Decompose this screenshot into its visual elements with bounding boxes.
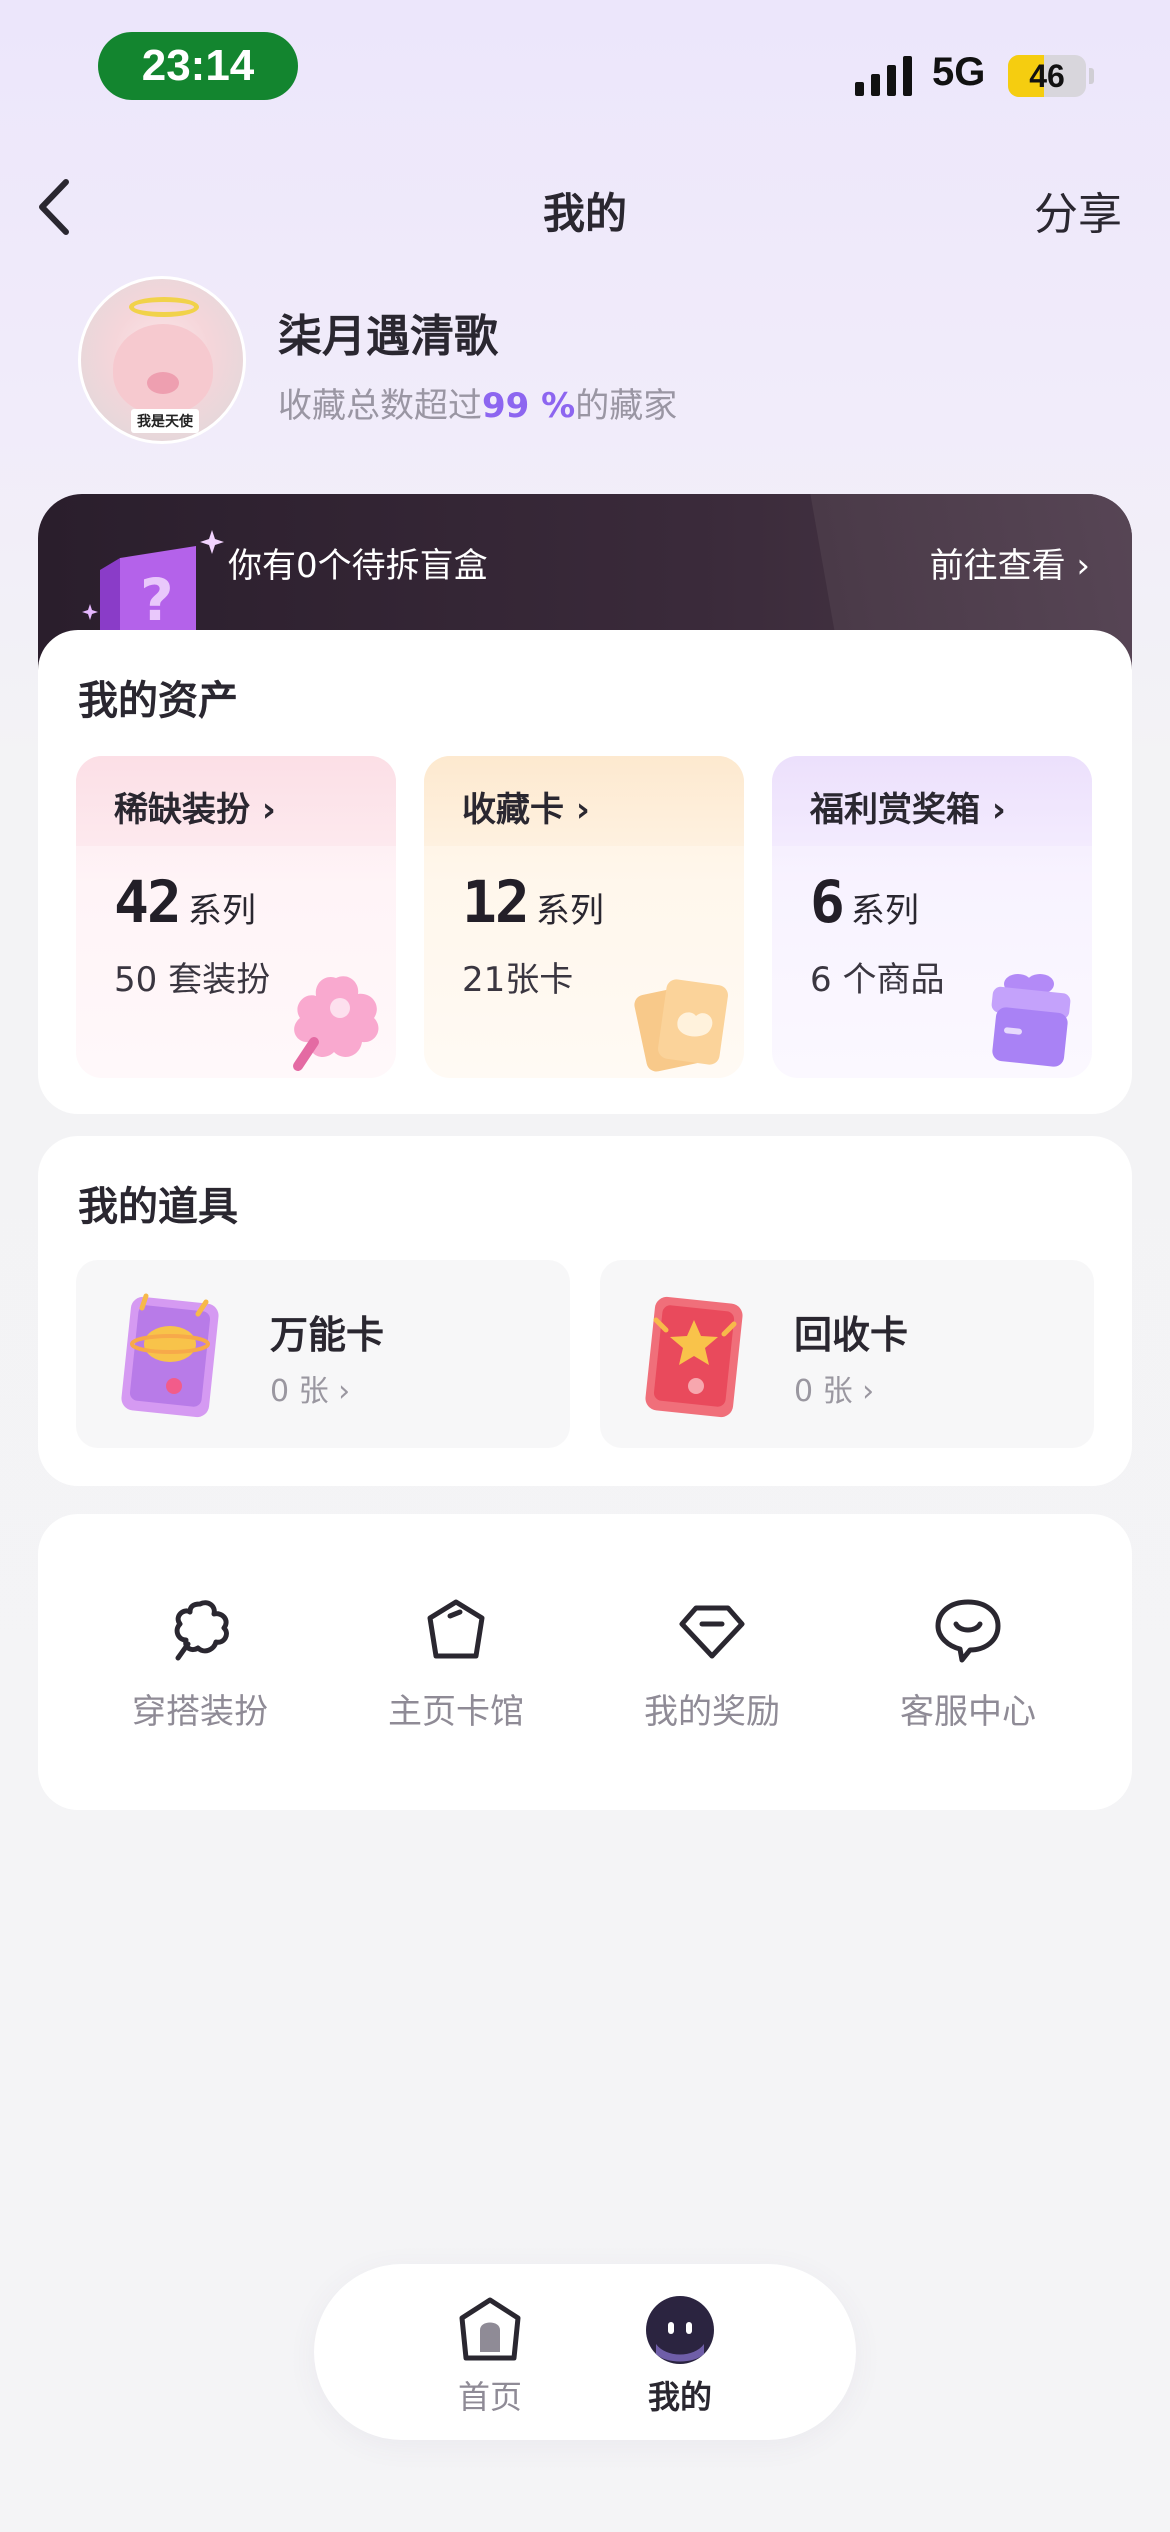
tab-label: 我的 xyxy=(647,2378,712,2416)
assets-title: 我的资产 xyxy=(78,678,238,724)
asset-tile-unit: 系列 xyxy=(187,891,256,931)
home-icon xyxy=(459,2297,521,2361)
asset-tile-unit: 系列 xyxy=(535,891,604,931)
network-type: 5G xyxy=(932,50,986,94)
status-time: 23:14 xyxy=(98,32,298,100)
view-blind-box-link[interactable]: 前往查看 › xyxy=(930,538,1090,587)
prop-recycle-card[interactable]: 回收卡 0 张 › xyxy=(600,1260,1094,1448)
asset-tile-count: 12 系列 xyxy=(462,868,604,936)
menu-outfit[interactable]: 穿搭装扮 xyxy=(100,1594,300,1733)
bottom-tab-bar: 首页 我的 xyxy=(314,2264,856,2440)
universal-card-icon xyxy=(121,1293,219,1418)
asset-tile-count: 6 系列 xyxy=(810,868,919,936)
page-title: 我的 xyxy=(542,189,627,238)
gift-box-icon xyxy=(991,974,1071,1067)
status-bar: 23:14 5G 46 xyxy=(0,0,1170,130)
halo-icon xyxy=(129,297,199,317)
asset-tile-count: 42 系列 xyxy=(114,868,256,936)
prop-name: 万能卡 xyxy=(270,1313,385,1357)
asset-tile-unit: 系列 xyxy=(850,891,919,931)
asset-tile-sub: 50 套装扮 xyxy=(114,960,271,1000)
menu-card-hall[interactable]: 主页卡馆 xyxy=(356,1594,556,1733)
signal-icon xyxy=(855,56,912,96)
profile-name: 柒月遇清歌 xyxy=(278,311,498,362)
tab-mine[interactable]: 我的 xyxy=(620,2294,740,2418)
collector-rank: 收藏总数超过99 %的藏家 xyxy=(278,378,677,427)
asset-tile-number: 6 xyxy=(810,868,845,936)
prop-count: 0 张 › xyxy=(794,1374,875,1409)
asset-tile-label: 收藏卡 › xyxy=(424,756,744,846)
collector-rank-suffix: 的藏家 xyxy=(575,386,678,426)
outfit-icon xyxy=(174,1600,229,1661)
prop-count: 0 张 › xyxy=(270,1374,351,1409)
prop-name: 回收卡 xyxy=(794,1313,909,1357)
collection-card-icon xyxy=(634,979,728,1072)
asset-tile-collection-card[interactable]: 收藏卡 › 12 系列 21张卡 xyxy=(424,756,744,1078)
profile-face-icon xyxy=(646,2296,714,2364)
menu-rewards[interactable]: 我的奖励 xyxy=(612,1594,812,1733)
avatar-caption: 我是天使 xyxy=(131,409,199,433)
menu-label: 主页卡馆 xyxy=(388,1692,524,1732)
battery-percent: 46 xyxy=(1029,57,1065,94)
props-title: 我的道具 xyxy=(78,1184,238,1230)
share-button[interactable]: 分享 xyxy=(1034,178,1122,242)
tab-home[interactable]: 首页 xyxy=(430,2294,550,2418)
asset-tile-sub: 21张卡 xyxy=(462,960,574,1000)
props-card: 我的道具 万能卡 0 张 › 回收卡 0 张 › xyxy=(38,1136,1132,1486)
asset-tile-number: 42 xyxy=(114,868,182,936)
reward-gem-icon xyxy=(679,1605,745,1659)
asset-tile-label: 稀缺装扮 › xyxy=(76,756,396,846)
card-hall-icon xyxy=(427,1599,485,1659)
collector-rank-prefix: 收藏总数超过 xyxy=(278,386,482,426)
asset-tile-number: 12 xyxy=(462,868,530,936)
asset-tile-reward-box[interactable]: 福利赏奖箱 › 6 系列 6 个商品 xyxy=(772,756,1092,1078)
recycle-card-icon xyxy=(645,1296,743,1418)
customer-service-icon xyxy=(935,1599,1001,1663)
battery-icon: 46 xyxy=(1008,55,1086,97)
costume-icon xyxy=(293,976,379,1071)
asset-tile-sub: 6 个商品 xyxy=(810,960,945,1000)
menu-label: 客服中心 xyxy=(900,1692,1036,1732)
tab-label: 首页 xyxy=(457,2378,522,2416)
prop-universal-card[interactable]: 万能卡 0 张 › xyxy=(76,1260,570,1448)
menu-label: 穿搭装扮 xyxy=(132,1692,268,1732)
pig-illustration xyxy=(113,324,213,414)
asset-tile-label: 福利赏奖箱 › xyxy=(772,756,1092,846)
collector-rank-percent: 99 % xyxy=(482,386,576,426)
avatar[interactable]: 我是天使 xyxy=(78,276,246,444)
blind-box-count: 你有0个待拆盲盒 xyxy=(228,546,488,586)
menu-label: 我的奖励 xyxy=(644,1692,780,1732)
svg-text:?: ? xyxy=(140,566,174,634)
quick-menu-card: 穿搭装扮 主页卡馆 我的奖励 客服中心 xyxy=(38,1514,1132,1810)
assets-card: 我的资产 稀缺装扮 › 42 系列 50 套装扮 收藏卡 › 12 系列 21张… xyxy=(38,630,1132,1114)
menu-customer-service[interactable]: 客服中心 xyxy=(868,1594,1068,1733)
asset-tile-costume[interactable]: 稀缺装扮 › 42 系列 50 套装扮 xyxy=(76,756,396,1078)
battery-tip xyxy=(1089,68,1094,84)
